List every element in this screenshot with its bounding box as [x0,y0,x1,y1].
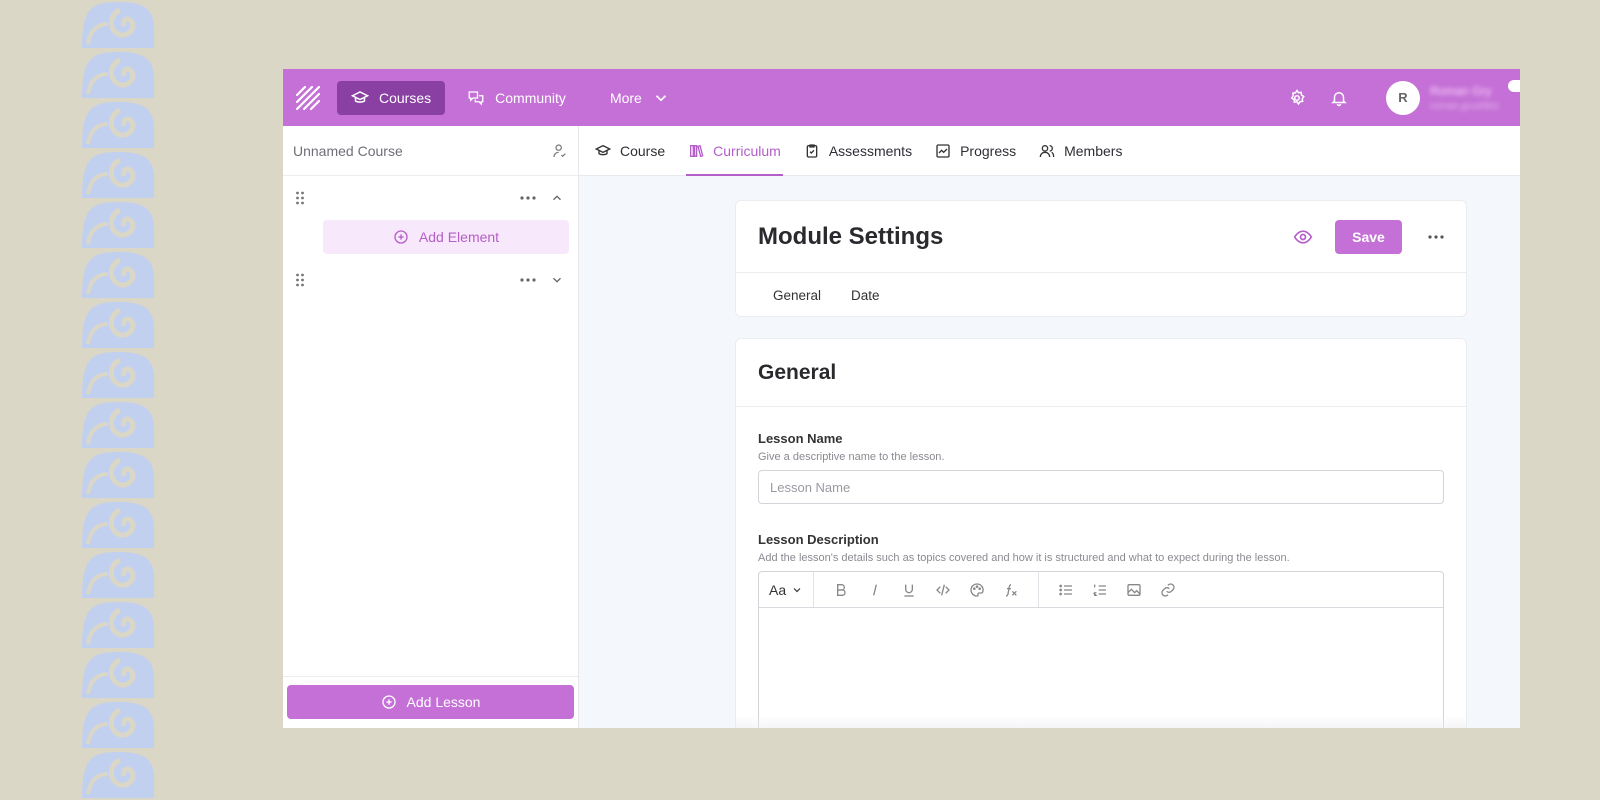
user-check-icon[interactable] [552,143,568,159]
nav-more[interactable]: More [596,81,684,115]
module-row[interactable] [283,258,578,302]
subtab-date[interactable]: Date [851,288,880,303]
bullet-list-icon[interactable] [1049,572,1083,607]
code-icon[interactable] [926,572,960,607]
bell-icon[interactable] [1330,89,1348,107]
module-row[interactable] [283,176,578,220]
save-button[interactable]: Save [1335,219,1402,254]
user-name: Roman Gry [1430,83,1492,98]
chevron-down-icon[interactable] [550,273,564,287]
font-size-label: Aa [769,581,787,598]
tab-course-label: Course [620,142,666,159]
curriculum-sidebar: Unnamed Course Add Element Add Lesson [283,126,579,728]
add-lesson-footer: Add Lesson [283,676,578,728]
decorative-pattern [80,0,156,800]
drag-handle-icon[interactable] [293,190,307,206]
logo-icon[interactable] [295,85,321,111]
page-title: Module Settings [758,222,944,250]
lesson-name-help: Give a descriptive name to the lesson. [758,451,945,463]
lesson-description-help: Add the lesson's details such as topics … [758,552,1290,564]
add-lesson-label: Add Lesson [406,694,481,710]
top-navbar: Courses Community More R Roman Gry roman… [283,69,1520,126]
image-icon[interactable] [1117,572,1151,607]
plus-circle-icon [381,694,397,710]
subtab-general[interactable]: General [773,288,821,303]
app-window: Courses Community More R Roman Gry roman… [283,69,1520,728]
section-title: General [758,360,837,384]
rich-text-editor[interactable]: Aa [758,571,1444,728]
numbered-list-icon[interactable] [1083,572,1117,607]
tab-assessments[interactable]: Assessments [802,126,914,175]
italic-icon[interactable] [858,572,892,607]
tab-progress[interactable]: Progress [933,126,1018,175]
tab-members-label: Members [1064,142,1123,159]
lesson-name-field: Lesson Name Give a descriptive name to t… [736,431,1466,504]
nav-courses-label: Courses [379,89,432,106]
plus-circle-icon [393,229,409,245]
underline-icon[interactable] [892,572,926,607]
lesson-description-field: Lesson Description Add the lesson's deta… [736,532,1466,728]
lesson-name-input[interactable]: Lesson Name [758,470,1444,504]
add-element-label: Add Element [418,229,500,245]
lesson-description-label: Lesson Description [758,532,879,547]
more-horizontal-icon[interactable] [520,278,536,282]
bottom-fade [736,716,1466,728]
general-card: General Lesson Name Give a descriptive n… [735,338,1467,728]
settings-subtabs: General Date [736,273,1466,317]
chevron-up-icon[interactable] [550,191,564,205]
tab-curriculum-label: Curriculum [713,142,781,159]
graduation-cap-icon [351,89,369,107]
chevron-down-icon [791,584,803,596]
chevron-down-icon [652,89,670,107]
course-tabs: Course Curriculum Assessments Progress M… [579,126,1520,176]
gear-icon[interactable] [1288,88,1306,107]
tab-curriculum[interactable]: Curriculum [686,126,783,176]
add-lesson-button[interactable]: Add Lesson [287,685,574,719]
course-title[interactable]: Unnamed Course [293,143,403,159]
palette-icon[interactable] [960,572,994,607]
bold-icon[interactable] [824,572,858,607]
chart-icon [935,143,951,159]
formula-icon[interactable] [994,572,1028,607]
sidebar-header: Unnamed Course [283,126,578,176]
theme-toggle[interactable] [1508,80,1520,92]
tab-members[interactable]: Members [1037,126,1124,175]
lesson-name-label: Lesson Name [758,431,843,446]
add-element-button[interactable]: Add Element [323,220,569,254]
tab-progress-label: Progress [960,142,1017,159]
graduation-cap-icon [595,143,611,159]
avatar[interactable]: R [1386,80,1420,115]
more-horizontal-icon[interactable] [520,196,536,200]
user-email: roman.grushkin [1430,100,1499,112]
eye-icon[interactable] [1293,227,1313,247]
user-info[interactable]: Roman Gry roman.grushkin [1430,84,1520,112]
nav-community[interactable]: Community [453,81,580,115]
tab-course[interactable]: Course [593,126,667,175]
chat-bubbles-icon [467,89,485,107]
books-icon [688,143,704,159]
more-horizontal-icon[interactable] [1428,234,1444,239]
nav-more-label: More [609,89,642,106]
module-settings-card: Module Settings Save General Date [735,200,1467,317]
drag-handle-icon[interactable] [293,272,307,288]
link-icon[interactable] [1151,572,1185,607]
tab-assessments-label: Assessments [828,142,913,159]
users-icon [1039,143,1055,159]
editor-toolbar: Aa [759,572,1443,608]
nav-courses[interactable]: Courses [337,80,446,115]
font-size-dropdown[interactable]: Aa [759,572,815,607]
nav-community-label: Community [495,89,566,106]
clipboard-icon [804,143,820,159]
